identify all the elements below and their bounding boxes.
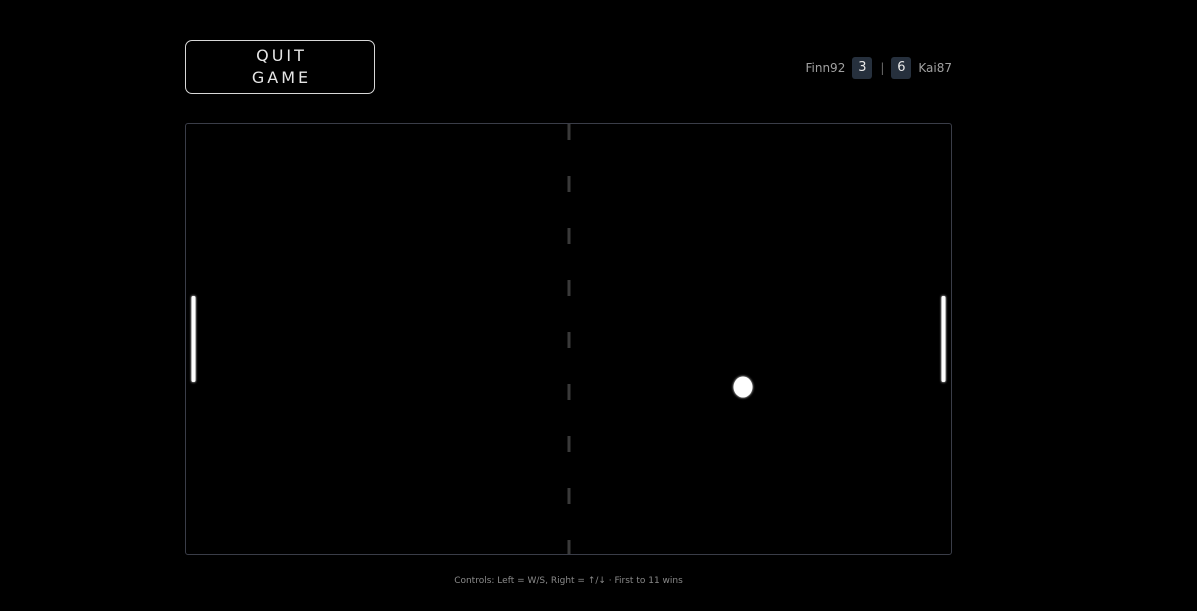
scoreboard: Finn92 3 | 6 Kai87 [805, 57, 952, 79]
left-paddle [191, 296, 196, 382]
controls-hint: Controls: Left = W/S, Right = ↑/↓ · Firs… [454, 576, 683, 586]
quit-game-button[interactable]: QUIT GAME [185, 40, 375, 94]
right-player-name: Kai87 [918, 61, 952, 75]
score-separator: | [880, 61, 885, 75]
ball [733, 376, 753, 398]
right-player-score: 6 [891, 57, 912, 79]
quit-button-label-line1: QUIT [256, 46, 307, 65]
right-paddle [941, 296, 946, 382]
quit-button-label-line2: GAME [251, 68, 312, 87]
game-field[interactable] [185, 123, 952, 555]
game-canvas [191, 124, 946, 554]
left-player-name: Finn92 [805, 61, 846, 75]
left-player-score: 3 [852, 57, 873, 79]
